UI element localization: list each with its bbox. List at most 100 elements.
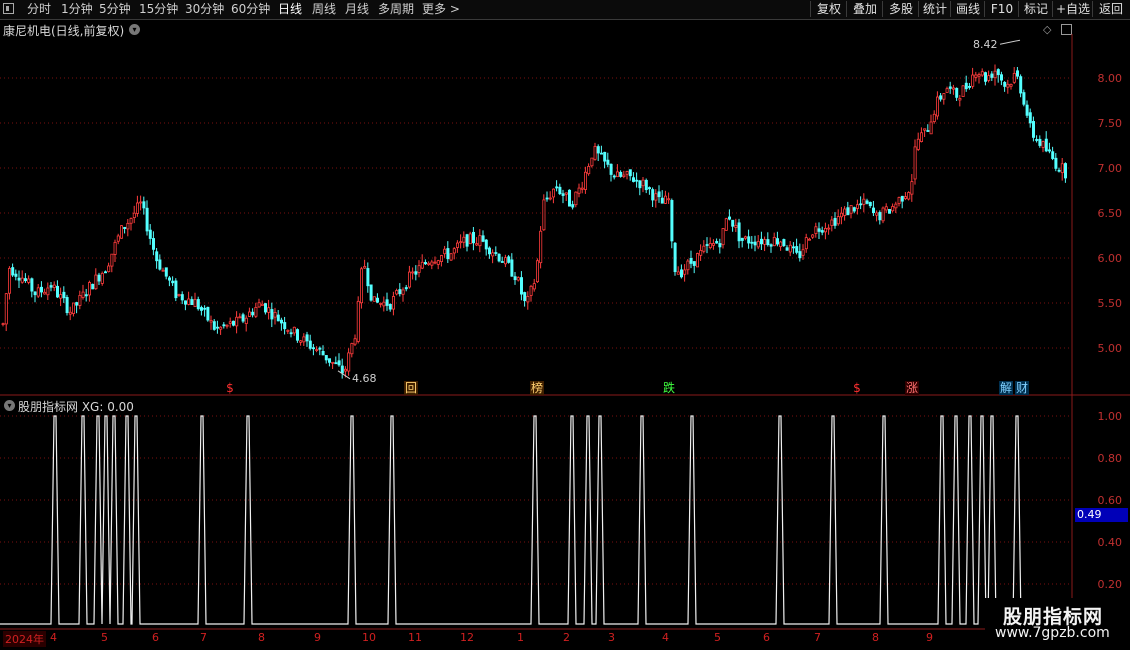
candle-body: [536, 260, 540, 283]
y-tick: 8.00: [1097, 72, 1123, 85]
signal-marker[interactable]: 财: [1015, 381, 1029, 395]
candle-body: [900, 195, 904, 202]
candle-body: [894, 203, 898, 209]
candle-body: [542, 199, 546, 231]
window-layout-icon[interactable]: [3, 3, 14, 14]
tab-monthly[interactable]: 月线: [345, 2, 369, 17]
candle-body: [132, 212, 136, 219]
candle-body: [558, 186, 562, 195]
candle-body: [881, 207, 885, 222]
signal-marker[interactable]: 回: [404, 381, 418, 395]
candle-body: [299, 340, 303, 343]
candle-body: [728, 216, 732, 220]
candle-body: [491, 252, 495, 257]
overlay-button[interactable]: 叠加: [846, 1, 883, 17]
tab-15min[interactable]: 15分钟: [139, 2, 178, 17]
signal-marker[interactable]: 解: [999, 381, 1013, 395]
ind-y-tick: 1.00: [1097, 410, 1123, 423]
candle-body: [190, 299, 194, 305]
candle-body: [142, 201, 146, 209]
tab-weekly[interactable]: 周线: [312, 2, 336, 17]
candle-body: [747, 236, 751, 244]
date-label: 5: [714, 631, 721, 644]
candle-body: [372, 296, 376, 302]
candle-body: [164, 267, 168, 277]
candle-body: [548, 197, 552, 200]
candle-body: [235, 316, 239, 327]
add-watchlist-button[interactable]: +自选: [1052, 1, 1093, 17]
candle-body: [593, 146, 597, 160]
candle-body: [366, 268, 370, 287]
signal-marker[interactable]: 涨: [905, 381, 919, 395]
signal-marker[interactable]: 跌: [662, 381, 676, 395]
candle-body: [97, 274, 101, 282]
tab-daily[interactable]: 日线: [278, 2, 302, 17]
candle-body: [657, 191, 661, 198]
candle-body: [315, 349, 319, 351]
candle-body: [843, 208, 847, 216]
candle-body: [600, 152, 604, 155]
candle-body: [126, 222, 130, 230]
candle-body: [987, 75, 991, 81]
candle-body: [452, 248, 456, 254]
candle-body: [964, 82, 968, 90]
tab-60min[interactable]: 60分钟: [231, 2, 270, 17]
candle-body: [129, 218, 133, 224]
candle-body: [625, 171, 629, 175]
candle-body: [830, 219, 834, 226]
candle-body: [859, 203, 863, 206]
candle-body: [68, 311, 72, 315]
tab-intraday[interactable]: 分时: [27, 2, 51, 17]
signal-marker[interactable]: $: [223, 381, 237, 395]
candle-body: [356, 300, 360, 342]
candle-body: [20, 277, 24, 283]
candle-body: [1009, 84, 1013, 87]
candle-body: [270, 309, 274, 320]
candle-body: [990, 73, 994, 78]
candlestick-chart[interactable]: [0, 34, 1130, 396]
candle-body: [1041, 141, 1045, 148]
stats-button[interactable]: 统计: [918, 1, 951, 17]
adjust-button[interactable]: 复权: [810, 1, 847, 17]
candle-body: [385, 299, 389, 306]
candle-body: [334, 362, 338, 365]
back-button[interactable]: 返回: [1092, 1, 1129, 17]
draw-line-button[interactable]: 画线: [950, 1, 985, 17]
candle-body: [459, 241, 463, 244]
candle-body: [596, 146, 600, 154]
candle-body: [846, 207, 850, 216]
signal-marker[interactable]: $: [850, 381, 864, 395]
candle-body: [260, 303, 264, 306]
date-label: 8: [258, 631, 265, 644]
tab-1min[interactable]: 1分钟: [61, 2, 93, 17]
mark-button[interactable]: 标记: [1018, 1, 1053, 17]
indicator-chart[interactable]: [0, 396, 1130, 630]
candle-body: [1032, 121, 1036, 138]
multi-stock-button[interactable]: 多股: [882, 1, 919, 17]
candle-body: [455, 242, 459, 248]
candle-body: [135, 202, 139, 214]
candle-body: [222, 324, 226, 327]
candle-body: [65, 297, 69, 313]
candle-body: [529, 285, 533, 296]
date-label: 9: [314, 631, 321, 644]
candle-body: [923, 128, 927, 131]
candle-body: [913, 146, 917, 180]
candle-body: [1044, 138, 1048, 152]
tab-multi-period[interactable]: 多周期: [378, 2, 414, 17]
candle-body: [673, 242, 677, 273]
candle-body: [180, 294, 184, 301]
candle-body: [689, 257, 693, 264]
date-label: 7: [814, 631, 821, 644]
tab-5min[interactable]: 5分钟: [99, 2, 131, 17]
candle-body: [401, 289, 405, 295]
f10-button[interactable]: F10: [984, 1, 1019, 17]
candle-body: [664, 195, 668, 204]
candle-body: [443, 248, 447, 255]
tab-more[interactable]: 更多 >: [422, 2, 460, 17]
candle-body: [680, 269, 684, 278]
candle-body: [612, 175, 616, 178]
tab-30min[interactable]: 30分钟: [185, 2, 224, 17]
signal-marker[interactable]: 榜: [530, 381, 544, 395]
candle-body: [107, 265, 111, 273]
